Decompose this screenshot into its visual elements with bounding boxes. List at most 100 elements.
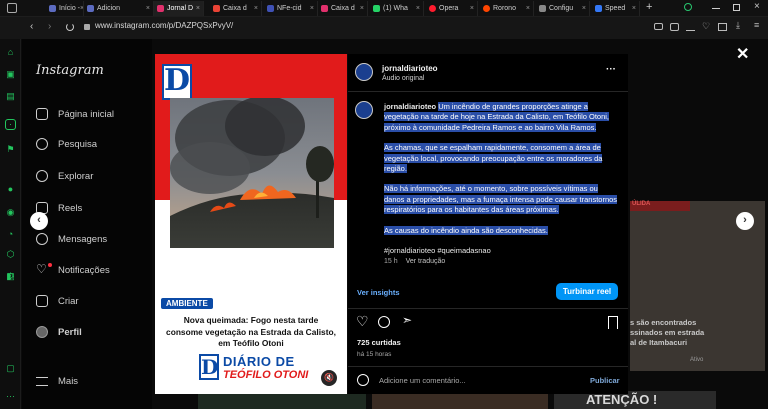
search-tabs-icon[interactable] <box>684 3 692 11</box>
close-window-button[interactable]: × <box>754 1 760 12</box>
caption-avatar[interactable] <box>355 101 373 119</box>
see-translation-link[interactable]: Ver tradução <box>406 258 446 265</box>
close-tab-icon[interactable]: × <box>196 5 200 12</box>
forward-button[interactable]: › <box>48 21 51 32</box>
browser-tab-active[interactable]: Jornal D × <box>154 1 204 16</box>
browser-tab[interactable]: Configu × <box>536 1 590 16</box>
like-icon[interactable]: ♡ <box>356 313 369 330</box>
browser-tab[interactable]: Adicion × <box>84 1 154 16</box>
browser-tab[interactable]: Caixa d × <box>210 1 262 16</box>
browser-tab[interactable]: NFe-cid × <box>264 1 318 16</box>
audio-label[interactable]: Áudio original <box>382 75 424 82</box>
nav-create[interactable]: Criar <box>36 295 79 307</box>
gear-icon[interactable]: ⚙ <box>5 271 16 282</box>
nav-home[interactable]: Página inicial <box>36 108 114 120</box>
close-tab-icon[interactable]: × <box>582 5 586 12</box>
player-icon[interactable]: ⚑ <box>5 144 16 155</box>
background-post-caption: s são encontrados <box>630 318 697 327</box>
camera-icon[interactable] <box>654 23 663 30</box>
background-post-caption: ssinados em estrada <box>630 328 705 337</box>
browser-tab[interactable]: Caixa d × <box>318 1 368 16</box>
minimize-window-button[interactable] <box>712 8 720 9</box>
previous-post-button[interactable]: ‹ <box>30 212 48 230</box>
likes-count[interactable]: 725 curtidas <box>357 338 401 347</box>
instagram-favicon-icon <box>157 5 164 12</box>
messenger-icon[interactable]: ◉ <box>5 207 16 218</box>
hashtags[interactable]: #jornaldiarioteo #queimadasnao <box>384 246 491 255</box>
browser-tab[interactable]: Opera × <box>426 1 478 16</box>
emoji-icon[interactable] <box>357 374 369 386</box>
browser-menu-icon[interactable]: ≡ <box>754 20 759 30</box>
view-insights-link[interactable]: Ver insights <box>357 288 400 297</box>
post-details-panel: jornaldiarioteo Áudio original ··· jorna… <box>348 54 628 394</box>
close-modal-button[interactable]: ✕ <box>736 44 749 64</box>
boost-reel-button[interactable]: Turbinar reel <box>556 283 618 300</box>
snapshot-icon[interactable] <box>670 23 679 31</box>
nav-profile[interactable]: Perfil <box>36 326 82 338</box>
next-post-button[interactable]: › <box>736 212 754 230</box>
mute-button[interactable]: 🔇 <box>321 370 337 386</box>
extensions-icon[interactable] <box>718 23 727 31</box>
twitch-icon[interactable]: ▤ <box>5 91 16 102</box>
shop-icon[interactable]: ▣ <box>5 69 16 80</box>
reload-icon[interactable] <box>66 23 74 31</box>
panel-divider <box>348 308 628 309</box>
close-tab-icon[interactable]: × <box>416 5 420 12</box>
close-tab-icon[interactable]: × <box>632 5 636 12</box>
tab-label: Adicion <box>97 5 120 12</box>
close-tab-icon[interactable]: × <box>254 5 258 12</box>
nav-label: Pesquisa <box>58 138 98 150</box>
author-username[interactable]: jornaldiarioteo <box>382 64 438 73</box>
publish-comment-button[interactable]: Publicar <box>590 376 620 385</box>
nav-search[interactable]: Pesquisa <box>36 138 97 150</box>
author-avatar[interactable] <box>355 63 373 81</box>
nav-messages[interactable]: Mensagens <box>36 233 107 245</box>
caption-paragraph: Não há informações, até o momento, sobre… <box>384 184 618 215</box>
heart-icon[interactable]: ♡ <box>702 21 710 32</box>
category-badge: AMBIENTE <box>161 298 213 309</box>
instagram-icon[interactable]: · <box>5 119 16 130</box>
address-bar: ‹ › www.instagram.com/p/DAZPQSxPvyV/ ♡ ⤓… <box>0 17 768 39</box>
nav-notifications[interactable]: ♡ Notificações <box>36 263 110 276</box>
nav-more[interactable]: Mais <box>36 376 78 387</box>
home-icon[interactable]: ⌂ <box>5 47 16 58</box>
comment-input[interactable]: Adicione um comentário... <box>379 376 466 385</box>
tab-label: Início - <box>59 5 81 12</box>
browser-tab[interactable]: (1) Wha × <box>370 1 424 16</box>
more-options-icon[interactable]: ··· <box>606 64 616 75</box>
browser-tab[interactable]: Rorono × <box>480 1 534 16</box>
nav-explore[interactable]: Explorar <box>36 170 93 182</box>
history-icon[interactable]: ◔ <box>5 229 16 240</box>
save-icon[interactable] <box>608 316 618 329</box>
browser-tab[interactable]: Speed × <box>592 1 640 16</box>
maximize-window-button[interactable] <box>733 4 740 11</box>
close-tab-icon[interactable]: × <box>146 5 150 12</box>
sidebar-toggle-icon[interactable] <box>7 3 17 13</box>
comment-icon[interactable] <box>378 316 390 328</box>
close-tab-icon[interactable]: × <box>310 5 314 12</box>
back-button[interactable]: ‹ <box>30 21 33 32</box>
close-tab-icon[interactable]: × <box>360 5 364 12</box>
clipboard-icon[interactable]: ▢ <box>5 363 16 374</box>
caption-username[interactable]: jornaldiarioteo <box>384 102 436 111</box>
tab-favicon-icon <box>49 5 56 12</box>
messages-icon <box>36 233 48 245</box>
download-icon[interactable] <box>686 23 695 31</box>
browser-tab[interactable]: Início - × <box>46 1 84 16</box>
tab-favicon-icon <box>321 5 328 12</box>
instagram-logo[interactable]: Instagram <box>36 63 104 78</box>
new-tab-button[interactable]: + <box>646 1 652 13</box>
tab-favicon-icon <box>267 5 274 12</box>
post-media[interactable]: D AMBIENTE Nova queimada: Fogo nesta tar… <box>155 54 347 394</box>
download-arrow-icon[interactable]: ⤓ <box>736 20 740 31</box>
box-icon[interactable]: ⬡ <box>5 249 16 260</box>
url-field[interactable]: www.instagram.com/p/DAZPQSxPvyV/ <box>95 21 233 30</box>
close-tab-icon[interactable]: × <box>526 5 530 12</box>
whatsapp-icon[interactable]: ● <box>5 184 16 195</box>
share-icon[interactable]: ➣ <box>402 313 412 327</box>
nav-label: Notificações <box>58 264 110 276</box>
tab-label: Opera <box>439 5 459 12</box>
more-dots-icon[interactable]: ··· <box>5 391 16 402</box>
background-post-alert: ATENÇÃO ! <box>586 392 658 407</box>
close-tab-icon[interactable]: × <box>470 5 474 12</box>
